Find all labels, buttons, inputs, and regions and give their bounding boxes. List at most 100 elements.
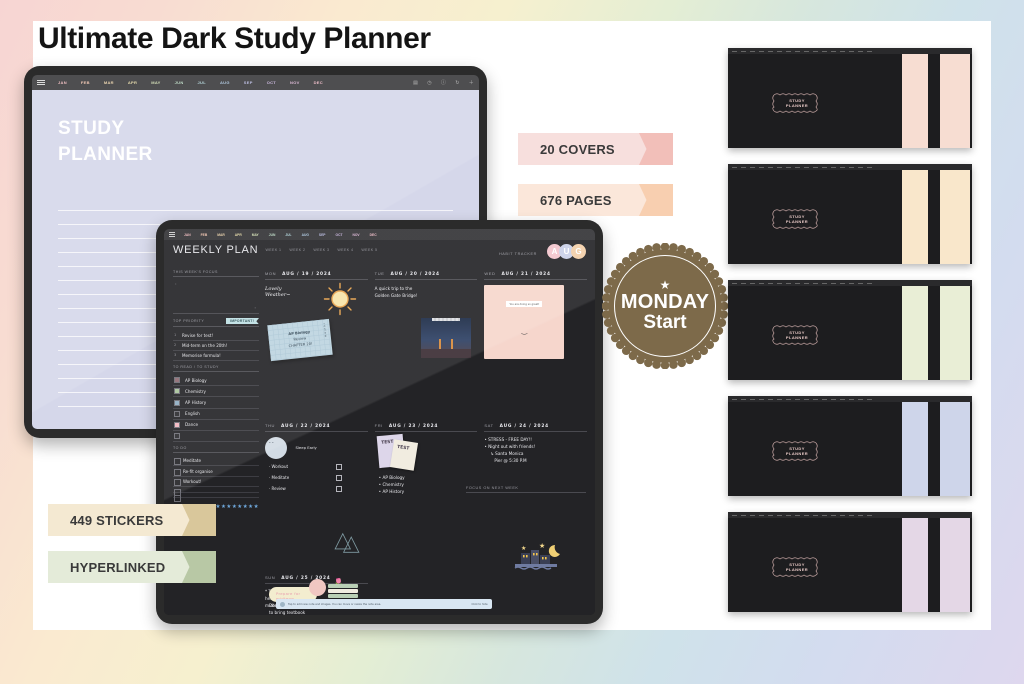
month-tab-list[interactable]: JAN FEB MAR APR MAY JUN JUL AUG SEP OCT NOV DEC	[179, 233, 382, 237]
cover-stripe-right	[940, 54, 970, 148]
cover-thumbnail-green-cover[interactable]: STUDY PLANNER	[728, 280, 972, 380]
habit-checkbox[interactable]	[335, 463, 342, 470]
info-banner-action[interactable]: Click to hide	[472, 603, 488, 606]
day-cell-thu[interactable]: THU AUG / 22 / 2024 Sleep Early · Workou…	[265, 422, 368, 574]
month-tab-jun[interactable]: JUN	[168, 79, 191, 86]
cover-thumbnail-cream-cover[interactable]: STUDY PLANNER	[728, 164, 972, 264]
month-tab-feb[interactable]: FEB	[196, 233, 213, 237]
history-icon[interactable]: ◷	[427, 80, 432, 86]
cover-thumbnail-periwinkle-cover[interactable]: STUDY PLANNER	[728, 396, 972, 496]
tue-notes[interactable]: A quick trip to the Golden Gate Bridge!	[375, 285, 478, 299]
month-tab-jan[interactable]: JAN	[179, 233, 196, 237]
day-cell-tue[interactable]: TUE AUG / 20 / 2024 A quick trip to the …	[374, 270, 478, 422]
habit-check-row[interactable]: · Workout	[269, 463, 368, 470]
front-toolbar[interactable]: JAN FEB MAR APR MAY JUN JUL AUG SEP OCT NOV DEC	[164, 229, 595, 240]
focus-heading: THIS WEEK'S FOCUS	[173, 270, 259, 277]
month-tab-jan[interactable]: JAN	[51, 79, 74, 86]
week-grid: MON AUG / 19 / 2024 Lovely Weather~ AP B…	[265, 270, 587, 615]
fri-item: AP History	[379, 488, 405, 495]
week-tab-list[interactable]: WEEK 1 WEEK 2 WEEK 3 WEEK 4 WEEK 5	[265, 248, 377, 252]
month-tab-sep[interactable]: SEP	[237, 79, 260, 86]
redo-icon[interactable]: ↻	[455, 80, 460, 86]
sat-notes[interactable]: STRESS - FREE DAY!! Night out with frien…	[484, 436, 587, 465]
month-tab-jul[interactable]: JUL	[191, 79, 213, 86]
month-tab-dec[interactable]: DEC	[307, 79, 330, 86]
pink-note-card[interactable]: You are doing so great! ‿	[484, 285, 565, 359]
month-tab-aug[interactable]: AUG	[213, 79, 237, 86]
todo-row[interactable]: Re-fit organise	[173, 466, 259, 477]
month-tab-sep[interactable]: SEP	[314, 233, 331, 237]
subject-row[interactable]: Chemistry	[173, 386, 259, 398]
month-tab-aug[interactable]: AUG	[297, 233, 314, 237]
priority-list[interactable]: 1 Revise for test! 2 Mid-term on the 20th! 3…	[173, 330, 259, 361]
month-tab-apr[interactable]: APR	[121, 79, 144, 86]
month-tab-nov[interactable]: NOV	[347, 233, 364, 237]
planner-header: WEEKLY PLAN WEEK 1 WEEK 2 WEEK 3 WEEK 4 WEEK…	[164, 240, 595, 270]
habit-check-row[interactable]: · Meditate	[269, 474, 368, 481]
week-tab-3[interactable]: WEEK 3	[313, 248, 329, 252]
month-tab-apr[interactable]: APR	[230, 233, 247, 237]
focus-textarea[interactable]: “ ”	[173, 280, 259, 314]
day-cell-fri[interactable]: FRI AUG / 23 / 2024 TEST TEST AP Biology…	[374, 422, 478, 574]
toolbar-icons[interactable]: ▤ ◷ ⓘ ↻ ＋	[413, 79, 474, 87]
subject-row[interactable]: AP Biology	[173, 375, 259, 387]
mon-note[interactable]: Lovely Weather~	[265, 282, 368, 316]
month-tab-oct[interactable]: OCT	[260, 79, 283, 86]
month-tab-jul[interactable]: JUL	[280, 233, 296, 237]
month-tab-mar[interactable]: MAR	[97, 79, 121, 86]
todo-row[interactable]: Workout!	[173, 477, 259, 488]
subject-row[interactable]	[173, 431, 259, 443]
subject-row[interactable]: English	[173, 409, 259, 420]
todo-row[interactable]: Meditate	[173, 456, 259, 467]
habit-checkbox[interactable]	[335, 485, 342, 492]
habit-checkbox[interactable]	[335, 474, 342, 481]
cover-thumbnail-pink-cover[interactable]: STUDY PLANNER	[728, 48, 972, 148]
thumbnail-toolbar	[728, 512, 972, 518]
hamburger-icon[interactable]	[169, 232, 175, 237]
subject-color-swatch	[174, 399, 180, 406]
month-tab-list[interactable]: JAN FEB MAR APR MAY JUN JUL AUG SEP OCT NOV DEC	[51, 79, 330, 86]
subject-row[interactable]: Dance	[173, 420, 259, 431]
cover-title-frame: STUDY PLANNER	[768, 440, 826, 462]
month-letter-group[interactable]: A U G	[547, 244, 586, 259]
habit-checklist[interactable]: · Workout · Meditate · Review	[265, 463, 368, 492]
back-toolbar[interactable]: JAN FEB MAR APR MAY JUN JUL AUG SEP OCT NOV DEC ▤ ◷…	[32, 75, 479, 90]
habit-tracker-link[interactable]: HABIT TRACKER	[499, 252, 537, 256]
month-tab-nov[interactable]: NOV	[283, 79, 307, 86]
month-tab-mar[interactable]: MAR	[212, 233, 230, 237]
habit-check-row[interactable]: · Review	[269, 485, 368, 492]
cover-stripe-left	[902, 286, 928, 380]
hamburger-icon[interactable]	[37, 79, 45, 86]
day-cell-wed[interactable]: WED AUG / 21 / 2024 You are doing so gre…	[484, 270, 587, 422]
month-tab-oct[interactable]: OCT	[331, 233, 348, 237]
week-tab-4[interactable]: WEEK 4	[337, 248, 353, 252]
cover-thumbnail-lavender-cover[interactable]: STUDY PLANNER	[728, 512, 972, 612]
subject-label: AP History	[185, 400, 207, 405]
priority-item[interactable]: 1 Revise for test!	[173, 330, 259, 341]
month-letter-g[interactable]: G	[571, 244, 586, 259]
priority-item[interactable]: 2 Mid-term on the 20th!	[173, 341, 259, 351]
test-label-2: TEST	[396, 444, 410, 452]
subject-list[interactable]: AP Biology Chemistry AP History English Danc…	[173, 375, 259, 443]
plus-icon[interactable]: ＋	[469, 79, 474, 86]
ap-biology-sticky-note[interactable]: AP Biology Review CHAPTER 20! review	[267, 318, 333, 362]
day-cell-sat[interactable]: SAT AUG / 24 / 2024 STRESS - FREE DAY!! …	[484, 422, 587, 574]
subject-row[interactable]: AP History	[173, 397, 259, 409]
month-tab-may[interactable]: MAY	[144, 79, 167, 86]
week-tab-1[interactable]: WEEK 1	[265, 248, 281, 252]
todo-list[interactable]: Meditate Re-fit organise Workout!	[173, 456, 259, 503]
day-cell-mon[interactable]: MON AUG / 19 / 2024 Lovely Weather~ AP B…	[265, 270, 368, 422]
golden-gate-bridge-photo[interactable]	[421, 318, 472, 358]
todo-row[interactable]	[173, 493, 259, 503]
week-tab-5[interactable]: WEEK 5	[361, 248, 377, 252]
month-tab-dec[interactable]: DEC	[365, 233, 382, 237]
month-tab-jun[interactable]: JUN	[264, 233, 281, 237]
priority-item[interactable]: 3 Memorise formula!	[173, 351, 259, 361]
month-tab-feb[interactable]: FEB	[74, 79, 97, 86]
info-banner[interactable]: Tap to add new note and images. You can …	[276, 599, 492, 609]
week-tab-2[interactable]: WEEK 2	[289, 248, 305, 252]
month-tab-may[interactable]: MAY	[247, 233, 264, 237]
bookmark-icon[interactable]: ▤	[413, 80, 418, 86]
info-icon[interactable]: ⓘ	[441, 79, 446, 86]
fri-item-list[interactable]: AP BiologyChemistryAP History	[379, 474, 405, 495]
